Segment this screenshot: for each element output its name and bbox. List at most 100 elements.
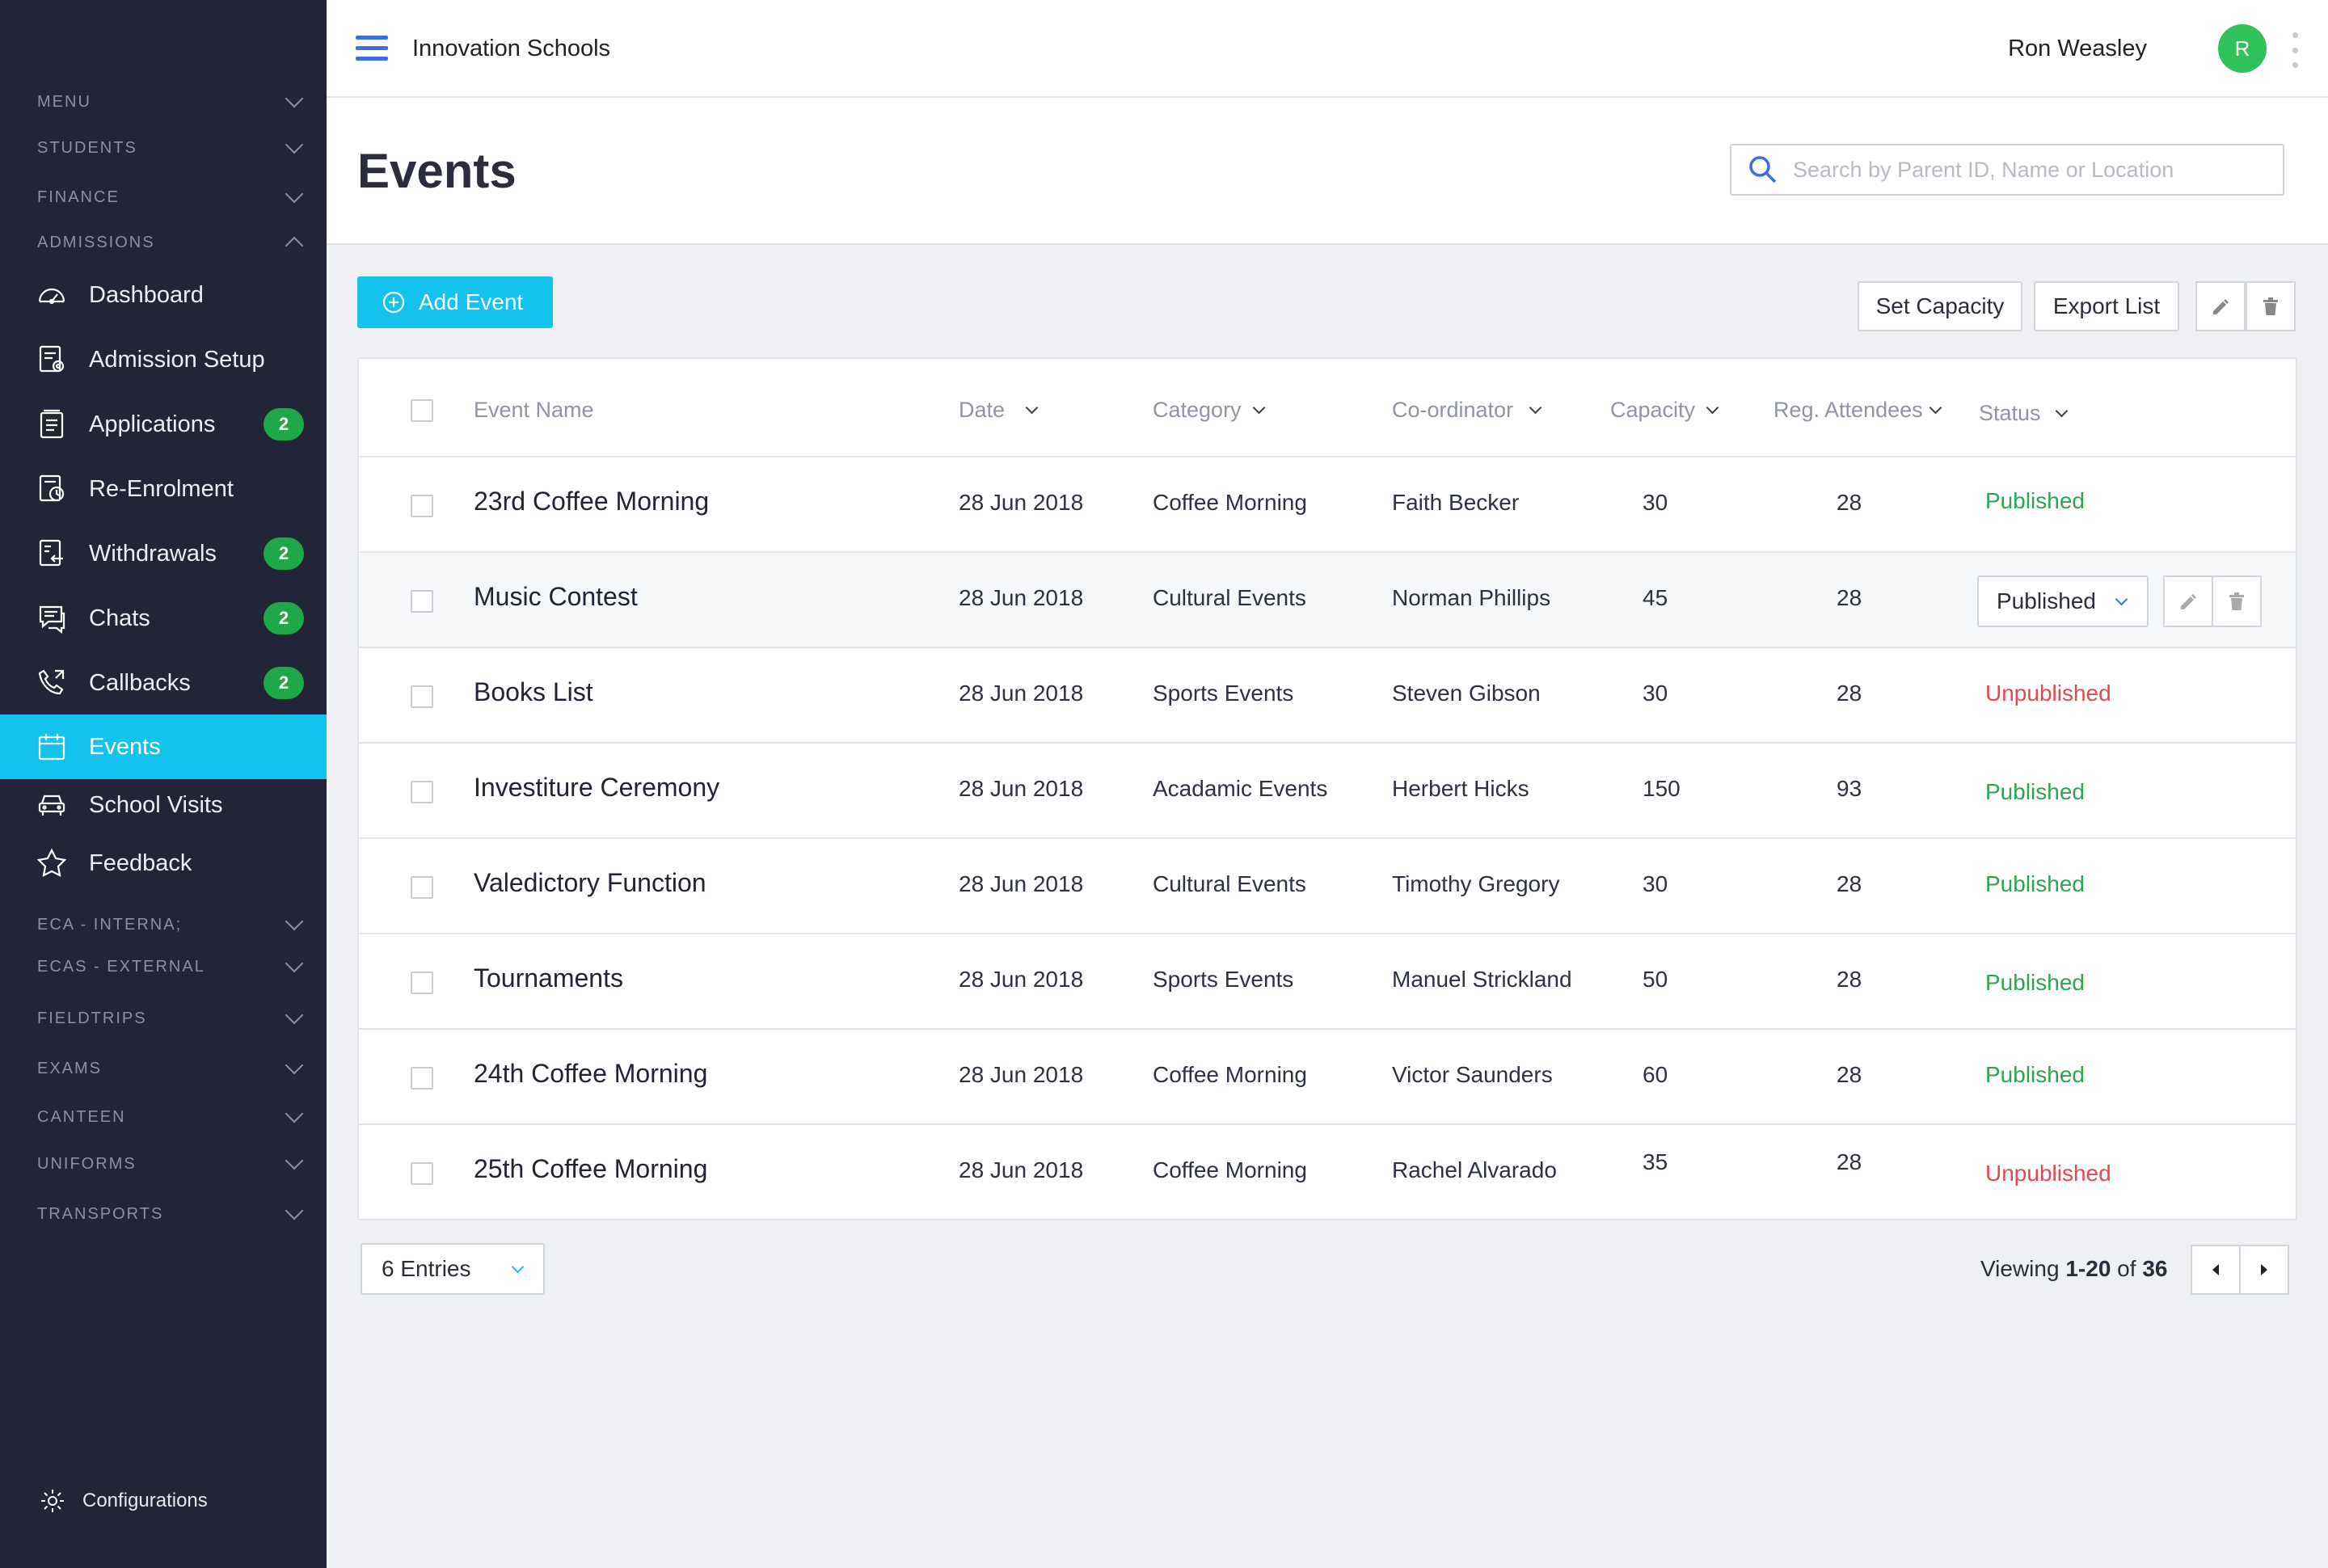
row-checkbox[interactable]	[411, 1162, 433, 1185]
sidebar-item-feedback[interactable]: Feedback	[0, 831, 327, 896]
entries-value: 6 Entries	[382, 1256, 471, 1281]
sidebar-item-callbacks[interactable]: Callbacks 2	[0, 651, 327, 715]
user-name[interactable]: Ron Weasley	[2008, 36, 2147, 62]
sidebar-item-label: Dashboard	[89, 281, 204, 308]
delete-button[interactable]	[2246, 281, 2296, 331]
add-event-button[interactable]: Add Event	[357, 276, 553, 328]
column-category[interactable]: Category	[1153, 398, 1265, 423]
section-canteen[interactable]: CANTEEN	[0, 1094, 327, 1140]
page-title: Events	[357, 144, 517, 198]
chevron-down-icon	[1706, 401, 1719, 415]
section-transports[interactable]: TRANSPORTS	[0, 1191, 327, 1237]
sidebar-item-label: Feedback	[89, 849, 192, 876]
section-admissions[interactable]: ADMISSIONS	[0, 220, 327, 265]
column-coordinator[interactable]: Co-ordinator	[1392, 398, 1542, 423]
event-name[interactable]: Investiture Ceremony	[474, 773, 719, 803]
column-status[interactable]: Status	[1979, 401, 2068, 426]
column-label: Event Name	[474, 398, 594, 422]
event-name[interactable]: Books List	[474, 677, 593, 707]
column-date[interactable]: Date	[959, 398, 1039, 423]
table-row[interactable]: Valedictory Function 28 Jun 2018 Cultura…	[359, 839, 2296, 934]
sidebar-item-events[interactable]: Events	[0, 714, 327, 779]
row-checkbox[interactable]	[411, 495, 433, 517]
set-capacity-button[interactable]: Set Capacity	[1858, 281, 2022, 331]
row-delete-button[interactable]	[2212, 575, 2262, 627]
table-row[interactable]: 24th Coffee Morning 28 Jun 2018 Coffee M…	[359, 1030, 2296, 1125]
event-category: Coffee Morning	[1153, 490, 1307, 515]
event-name[interactable]: Music Contest	[474, 582, 638, 612]
event-capacity: 35	[1643, 1149, 1668, 1174]
sidebar-item-label: Withdrawals	[89, 540, 217, 567]
table-row[interactable]: Tournaments 28 Jun 2018 Sports Events Ma…	[359, 934, 2296, 1030]
sidebar-item-chats[interactable]: Chats 2	[0, 586, 327, 651]
section-fieldtrips[interactable]: FIELDTRIPS	[0, 996, 327, 1041]
event-name[interactable]: 24th Coffee Morning	[474, 1059, 707, 1089]
section-eca-internal[interactable]: ECA - INTERNA;	[0, 902, 327, 947]
section-label: ECA - INTERNA;	[37, 915, 183, 934]
section-students[interactable]: STUDENTS	[0, 125, 327, 171]
event-capacity: 30	[1643, 871, 1668, 896]
caret-right-icon	[2261, 1264, 2267, 1275]
sidebar-item-admission-setup[interactable]: Admission Setup	[0, 327, 327, 392]
configurations-label: Configurations	[82, 1490, 208, 1511]
section-uniforms[interactable]: UNIFORMS	[0, 1141, 327, 1187]
status-select[interactable]: Published	[1977, 575, 2149, 627]
re-enrolment-icon	[39, 474, 65, 502]
search-box[interactable]	[1730, 144, 2284, 196]
row-checkbox[interactable]	[411, 685, 433, 708]
page-header: Events	[327, 98, 2328, 245]
section-menu[interactable]: MENU	[0, 79, 327, 124]
chevron-down-icon	[1929, 401, 1942, 415]
column-capacity[interactable]: Capacity	[1610, 398, 1719, 423]
event-name[interactable]: Valedictory Function	[474, 868, 706, 898]
search-input[interactable]	[1793, 157, 2246, 183]
hamburger-menu-icon[interactable]	[356, 36, 388, 63]
section-exams[interactable]: EXAMS	[0, 1046, 327, 1091]
column-attendees[interactable]: Reg. Attendees	[1773, 398, 1942, 423]
row-checkbox[interactable]	[411, 781, 433, 803]
table-row[interactable]: Music Contest 28 Jun 2018 Cultural Event…	[359, 553, 2296, 648]
sidebar-item-applications[interactable]: Applications 2	[0, 392, 327, 457]
configurations-link[interactable]: Configurations	[39, 1487, 208, 1515]
row-checkbox[interactable]	[411, 876, 433, 899]
section-label: EXAMS	[37, 1059, 103, 1077]
row-edit-button[interactable]	[2163, 575, 2213, 627]
count-badge: 2	[264, 537, 304, 570]
sidebar-item-dashboard[interactable]: Dashboard	[0, 263, 327, 327]
table-row[interactable]: 23rd Coffee Morning 28 Jun 2018 Coffee M…	[359, 457, 2296, 553]
row-checkbox[interactable]	[411, 590, 433, 613]
sidebar-item-re-enrolment[interactable]: Re-Enrolment	[0, 457, 327, 521]
status-badge: Unpublished	[1985, 1161, 2111, 1186]
event-date: 28 Jun 2018	[959, 871, 1084, 896]
event-name[interactable]: 23rd Coffee Morning	[474, 487, 709, 516]
org-name: Innovation Schools	[412, 36, 611, 61]
section-finance[interactable]: FINANCE	[0, 175, 327, 220]
row-checkbox[interactable]	[411, 1067, 433, 1090]
more-options-icon[interactable]	[2291, 32, 2299, 68]
sidebar-item-withdrawals[interactable]: Withdrawals 2	[0, 521, 327, 586]
previous-page-button[interactable]	[2191, 1245, 2241, 1295]
select-all-checkbox[interactable]	[411, 399, 433, 422]
event-category: Coffee Morning	[1153, 1157, 1307, 1182]
section-ecas-external[interactable]: ECAS - EXTERNAL	[0, 944, 327, 989]
sidebar-item-school-visits[interactable]: School Visits	[0, 773, 327, 837]
event-coordinator: Herbert Hicks	[1392, 776, 1529, 801]
table-row[interactable]: 25th Coffee Morning 28 Jun 2018 Coffee M…	[359, 1125, 2296, 1220]
edit-button[interactable]	[2195, 281, 2246, 331]
column-event-name[interactable]: Event Name	[474, 398, 594, 423]
column-label: Date	[959, 398, 1006, 422]
withdrawals-icon	[39, 539, 63, 567]
column-label: Category	[1153, 398, 1242, 422]
next-page-button[interactable]	[2239, 1245, 2289, 1295]
export-list-button[interactable]: Export List	[2034, 281, 2179, 331]
avatar[interactable]: R	[2218, 24, 2267, 73]
event-capacity: 30	[1643, 490, 1668, 515]
event-name[interactable]: Tournaments	[474, 963, 623, 993]
sidebar-item-label: Re-Enrolment	[89, 475, 234, 502]
entries-select[interactable]: 6 Entries	[361, 1243, 545, 1295]
table-row[interactable]: Books List 28 Jun 2018 Sports Events Ste…	[359, 648, 2296, 744]
table-row[interactable]: Investiture Ceremony 28 Jun 2018 Acadami…	[359, 744, 2296, 839]
car-icon	[38, 795, 65, 816]
event-name[interactable]: 25th Coffee Morning	[474, 1154, 707, 1184]
row-checkbox[interactable]	[411, 972, 433, 994]
